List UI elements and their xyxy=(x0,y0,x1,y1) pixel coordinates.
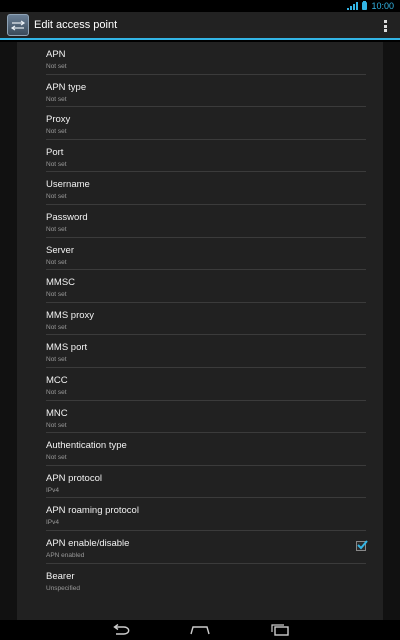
pref-title: Bearer xyxy=(46,570,75,582)
recent-apps-button[interactable] xyxy=(240,620,320,640)
pref-title: APN protocol xyxy=(46,472,102,484)
pref-summary: Not set xyxy=(46,225,67,233)
pref-title: Password xyxy=(46,211,88,223)
page-title: Edit access point xyxy=(34,19,118,31)
pref-title: Port xyxy=(46,146,64,158)
pref-summary: Not set xyxy=(46,323,67,331)
pref-item-apn-protocol[interactable]: APN protocol IPv4 xyxy=(46,466,366,499)
pref-title: MMSC xyxy=(46,277,76,289)
recent-apps-icon xyxy=(271,624,289,636)
pref-item-apn-roaming-protocol[interactable]: APN roaming protocol IPv4 xyxy=(46,498,366,531)
back-button[interactable] xyxy=(80,620,160,640)
pref-item-mcc[interactable]: MCC Not set xyxy=(46,368,366,401)
pref-summary: APN enabled xyxy=(46,551,85,559)
pref-title: MCC xyxy=(46,374,68,386)
pref-summary: Not set xyxy=(46,193,67,201)
content-area: APN Not set APN type Not set Proxy Not set Por… xyxy=(0,42,400,620)
pref-item-password[interactable]: Password Not set xyxy=(46,205,366,238)
pref-item-apn[interactable]: APN Not set xyxy=(46,42,366,75)
pref-title: APN xyxy=(46,49,66,60)
pref-item-mms-proxy[interactable]: MMS proxy Not set xyxy=(46,303,366,336)
status-time: 10:00 xyxy=(371,1,394,11)
pref-item-mmsc[interactable]: MMSC Not set xyxy=(46,270,366,303)
preference-list: APN Not set APN type Not set Proxy Not set Por… xyxy=(17,42,383,620)
pref-summary: IPv4 xyxy=(46,519,60,527)
pref-title: APN enable/disable xyxy=(46,537,130,549)
status-bar: 10:00 xyxy=(0,0,400,12)
home-button[interactable] xyxy=(160,620,240,640)
pref-title: MMS port xyxy=(46,342,88,354)
pref-summary: Not set xyxy=(46,388,67,396)
pref-title: Server xyxy=(46,244,74,256)
pref-summary: Not set xyxy=(46,291,67,299)
apn-enable-checkbox[interactable] xyxy=(356,540,368,551)
pref-summary: Not set xyxy=(46,95,67,103)
navigation-bar xyxy=(0,620,400,640)
pref-title: Proxy xyxy=(46,114,71,126)
pref-item-username[interactable]: Username Not set xyxy=(46,172,366,205)
pref-item-server[interactable]: Server Not set xyxy=(46,238,366,271)
back-icon xyxy=(113,624,130,635)
pref-summary: Unspecified xyxy=(46,584,80,592)
apn-settings-icon[interactable] xyxy=(7,14,29,36)
pref-summary: Not set xyxy=(46,63,67,70)
pref-summary: IPv4 xyxy=(46,486,60,494)
pref-title: MMS proxy xyxy=(46,309,95,321)
pref-summary: Not set xyxy=(46,160,67,168)
pref-item-proxy[interactable]: Proxy Not set xyxy=(46,107,366,140)
pref-item-port[interactable]: Port Not set xyxy=(46,140,366,173)
action-bar: Edit access point xyxy=(0,12,400,40)
pref-summary: Not set xyxy=(46,356,67,364)
pref-summary: Not set xyxy=(46,454,67,462)
signal-icon xyxy=(347,2,359,10)
pref-title: Authentication type xyxy=(46,440,127,452)
battery-icon xyxy=(362,1,368,10)
pref-summary: Not set xyxy=(46,128,67,136)
pref-title: MNC xyxy=(46,407,68,419)
pref-title: Username xyxy=(46,179,90,191)
home-icon xyxy=(190,626,210,635)
pref-item-apn-enable-disable[interactable]: APN enable/disable APN enabled xyxy=(46,531,368,564)
checkmark-icon xyxy=(357,540,368,550)
pref-title: APN roaming protocol xyxy=(46,505,139,517)
overflow-menu-icon[interactable] xyxy=(384,20,387,32)
pref-item-bearer[interactable]: Bearer Unspecified xyxy=(46,564,366,597)
pref-summary: Not set xyxy=(46,258,67,266)
pref-title: APN type xyxy=(46,81,87,93)
pref-item-mnc[interactable]: MNC Not set xyxy=(46,401,366,434)
pref-item-apn-type[interactable]: APN type Not set xyxy=(46,75,366,108)
pref-item-authentication-type[interactable]: Authentication type Not set xyxy=(46,433,366,466)
pref-item-mms-port[interactable]: MMS port Not set xyxy=(46,335,366,368)
pref-summary: Not set xyxy=(46,421,67,429)
